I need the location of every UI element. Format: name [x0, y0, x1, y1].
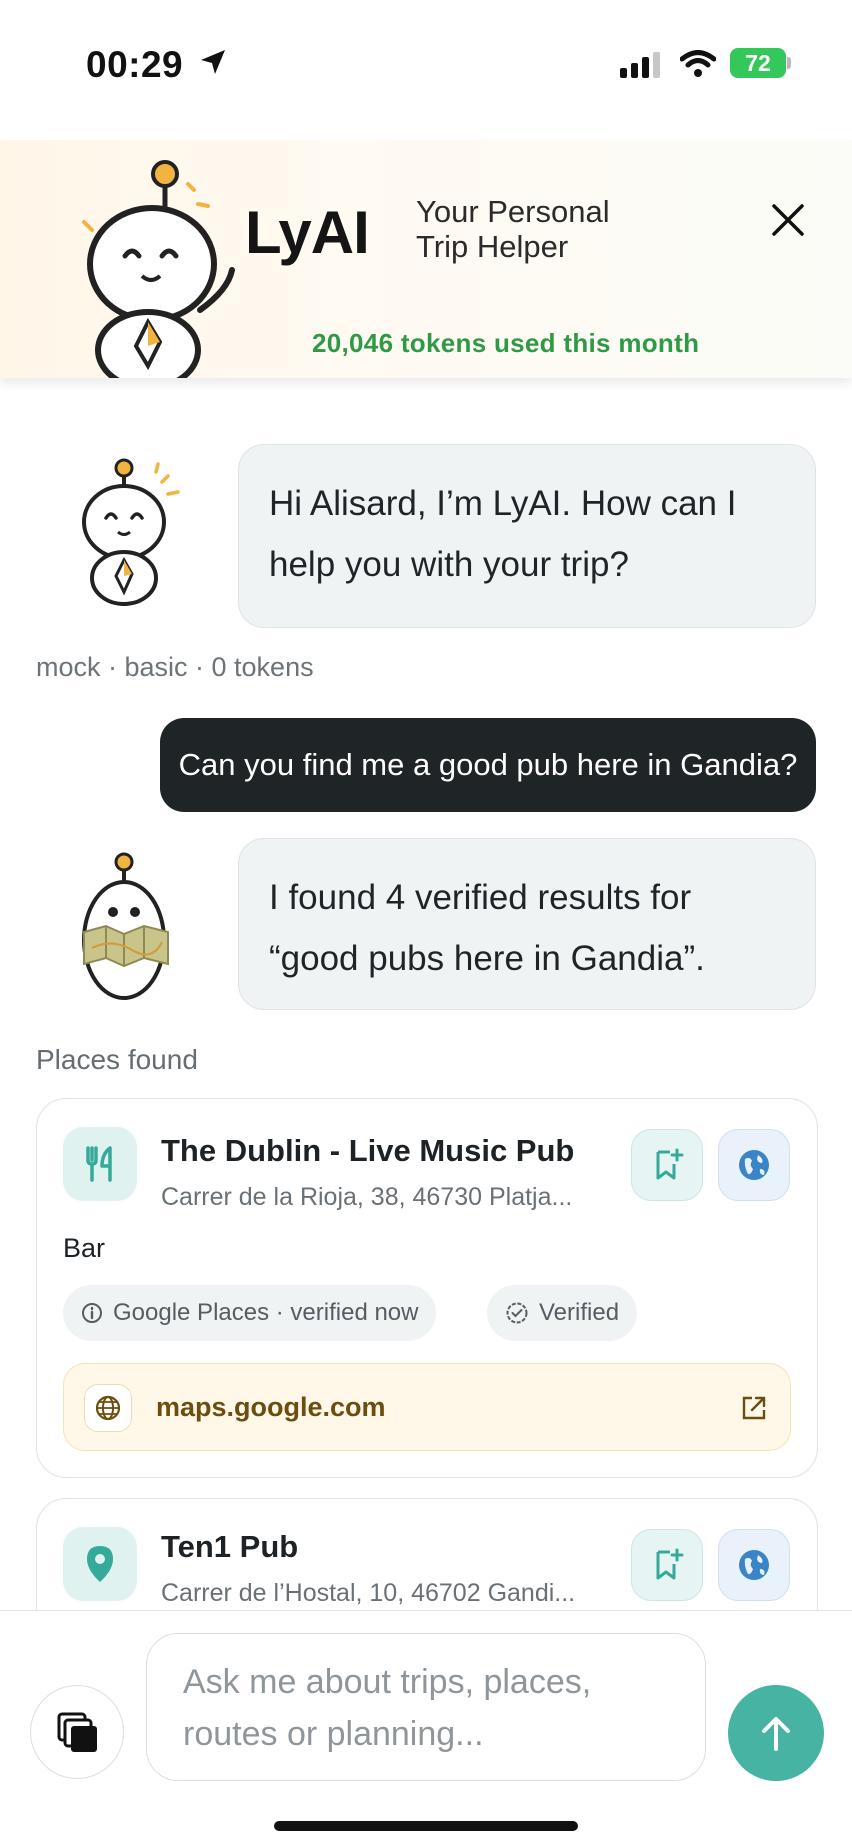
map-pin-icon: [63, 1527, 137, 1601]
composer-bar: [0, 1610, 852, 1846]
attachments-button[interactable]: [30, 1685, 124, 1779]
open-website-button[interactable]: [718, 1129, 790, 1201]
close-icon[interactable]: [766, 198, 810, 242]
place-name: The Dublin - Live Music Pub: [161, 1133, 575, 1168]
source-chip-label: Google Places · verified now: [113, 1299, 419, 1326]
location-arrow-icon: [201, 50, 225, 74]
home-indicator: [274, 1821, 578, 1831]
maps-link[interactable]: maps.google.com: [63, 1363, 791, 1451]
place-address: Carrer de la Rioja, 38, 46730 Platja...: [161, 1183, 573, 1211]
brand-name: LyAI: [245, 199, 370, 266]
bookmark-add-icon: [656, 1548, 684, 1580]
app-header: LyAI Your Personal Trip Helper 20,046 to…: [0, 140, 852, 378]
open-website-button[interactable]: [718, 1529, 790, 1601]
chat-input[interactable]: [146, 1633, 706, 1781]
status-time: 00:29: [86, 44, 184, 85]
place-name: Ten1 Pub: [161, 1529, 299, 1564]
cellular-signal-icon: [620, 52, 660, 78]
token-usage: 20,046 tokens used this month: [312, 328, 700, 358]
user-message: Can you find me a good pub here in Gandi…: [160, 718, 816, 812]
bot-avatar: [82, 458, 180, 606]
battery-charging-icon: 72: [730, 48, 792, 78]
place-address: Carrer de l’Hostal, 10, 46702 Gandi...: [161, 1579, 576, 1607]
send-button[interactable]: [728, 1685, 824, 1781]
places-found-label: Places found: [36, 1044, 198, 1075]
verified-badge-icon: [506, 1302, 528, 1324]
chat-screen: 00:29 72 LyAI Your Personal Trip Helper …: [0, 0, 852, 1846]
robot-mascot-logo: [82, 160, 235, 378]
bot-avatar-map: [82, 852, 169, 1000]
brand-tagline: Your Personal Trip Helper: [416, 194, 610, 264]
globe-outline-icon: [84, 1384, 132, 1432]
save-place-button[interactable]: [631, 1129, 703, 1201]
external-link-icon: [742, 1396, 766, 1420]
info-icon: [82, 1303, 102, 1323]
globe-icon: [739, 1550, 769, 1580]
bot-message-results: I found 4 verified results for “good pub…: [238, 838, 816, 1010]
place-type: Bar: [63, 1233, 106, 1263]
stacked-squares-icon: [57, 1712, 97, 1752]
utensils-icon: [63, 1127, 137, 1201]
battery-level: 72: [745, 50, 771, 76]
verified-chip-label: Verified: [539, 1299, 620, 1326]
place-card[interactable]: The Dublin - Live Music Pub Carrer de la…: [36, 1098, 818, 1478]
status-bar: 00:29 72: [0, 0, 852, 130]
save-place-button[interactable]: [631, 1529, 703, 1601]
bookmark-add-icon: [656, 1148, 684, 1180]
wifi-icon: [680, 50, 716, 77]
source-chip: Google Places · verified now: [63, 1285, 437, 1341]
bot-message-greeting: Hi Alisard, I’m LyAI. How can I help you…: [238, 444, 816, 628]
maps-link-label[interactable]: maps.google.com: [156, 1392, 386, 1423]
message-meta: mock · basic · 0 tokens: [36, 652, 314, 682]
verified-chip: Verified: [487, 1285, 638, 1341]
globe-icon: [739, 1150, 769, 1180]
arrow-up-icon: [762, 1717, 790, 1751]
